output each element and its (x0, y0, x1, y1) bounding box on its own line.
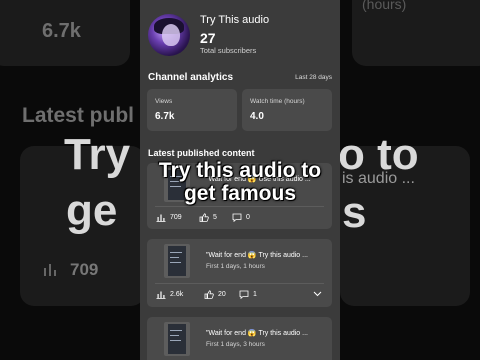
views-value: 6.7k (155, 111, 175, 122)
channel-name: Try This audio (200, 14, 270, 26)
comments-metric: 0 (232, 213, 250, 222)
bar-chart-icon (156, 214, 166, 222)
likes-count: 5 (213, 214, 217, 221)
watch-time-card[interactable]: Watch time (hours) 4.0 (242, 89, 332, 131)
latest-content-title: Latest published content (148, 148, 255, 158)
background-caption: (hours) (362, 0, 407, 12)
watch-time-label: Watch time (hours) (250, 98, 305, 105)
comments-metric: 1 (239, 290, 257, 299)
views-label: Views (155, 98, 173, 105)
background-heading: Latest publ (22, 104, 135, 127)
views-card[interactable]: Views 6.7k (147, 89, 237, 131)
channel-avatar[interactable] (148, 14, 190, 56)
video-title[interactable]: "Wait for end 😱 Try this audio ... (206, 329, 308, 337)
likes-metric: 20 (204, 290, 226, 299)
background-value: 6.7k (42, 20, 81, 42)
video-date: First 1 days, 3 hours (206, 341, 265, 348)
thumbs-up-icon (204, 290, 214, 299)
thumbs-up-icon (199, 213, 209, 222)
subscriber-count: 27 (200, 30, 216, 46)
likes-count: 20 (218, 291, 226, 298)
video-date: First 1 days, 1 hours (206, 263, 265, 270)
bar-chart-icon (44, 264, 56, 276)
channel-analytics-title: Channel analytics (148, 72, 234, 83)
divider (155, 283, 324, 284)
background-views: 709 (70, 260, 99, 279)
caption-line-1: Try this audio to (158, 159, 322, 182)
comments-count: 0 (246, 214, 250, 221)
views-metric: 709 (156, 213, 182, 222)
comment-icon (232, 213, 242, 222)
video-title[interactable]: "Wait for end 😱 Try this audio ... (206, 251, 308, 259)
views-count: 2.6k (170, 291, 184, 298)
likes-metric: 5 (199, 213, 217, 222)
views-metric: 2.6k (156, 290, 183, 299)
caption-line-2: get famous (183, 182, 296, 205)
analytics-period: Last 28 days (295, 74, 332, 81)
divider (155, 206, 324, 207)
video-thumbnail[interactable] (164, 244, 190, 278)
comment-icon (239, 290, 249, 299)
views-count: 709 (170, 214, 182, 221)
subscriber-label: Total subscribers (200, 46, 257, 55)
chevron-down-icon[interactable] (313, 291, 322, 297)
bar-chart-icon (156, 291, 166, 299)
video-thumbnail[interactable] (164, 322, 190, 356)
content-item[interactable]: "Wait for end 😱 Try this audio ... First… (147, 239, 332, 307)
comments-count: 1 (253, 291, 257, 298)
content-item[interactable]: "Wait for end 😱 Try this audio ... First… (147, 317, 332, 360)
watch-time-value: 4.0 (250, 111, 264, 122)
